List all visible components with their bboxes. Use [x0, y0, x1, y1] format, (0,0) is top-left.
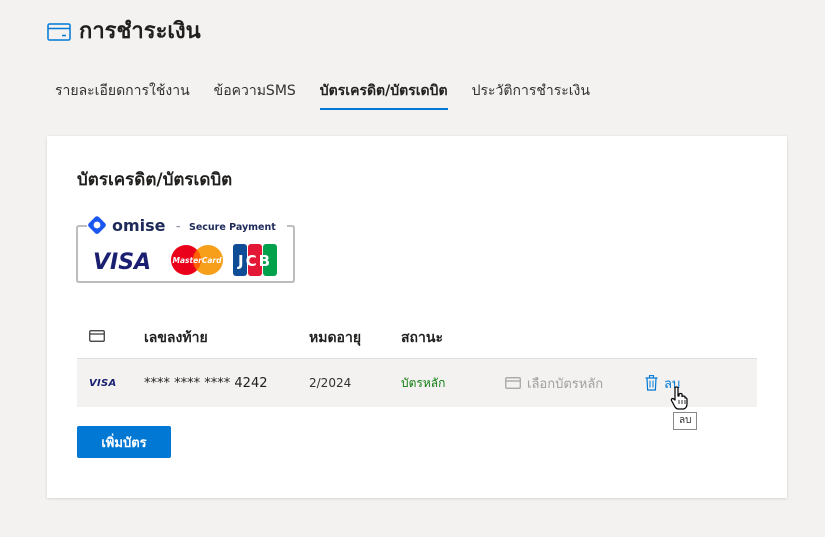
card-icon	[47, 23, 71, 41]
set-primary-label: เลือกบัตรหลัก	[527, 376, 604, 392]
svg-text:Secure Payment: Secure Payment	[189, 222, 276, 233]
tab-usage-details[interactable]: รายละเอียดการใช้งาน	[55, 76, 190, 110]
svg-text:MasterCard: MasterCard	[173, 256, 223, 265]
status-badge: บัตรหลัก	[401, 375, 446, 390]
svg-text:JCB: JCB	[237, 252, 272, 270]
hand-cursor-icon	[670, 386, 688, 410]
card-number: **** **** **** 4242	[144, 375, 268, 391]
section-title: บัตรเครดิต/บัตรเดบิต	[77, 170, 233, 190]
tab-bar: รายละเอียดการใช้งาน ข้อความSMS บัตรเครดิ…	[55, 76, 614, 110]
add-card-button[interactable]: เพิ่มบัตร	[77, 426, 171, 458]
trash-icon	[645, 375, 658, 391]
page-header: การชำระเงิน	[47, 18, 201, 46]
header-last-digits: เลขลงท้าย	[144, 330, 208, 346]
tab-credit-debit-cards[interactable]: บัตรเครดิต/บัตรเดบิต	[319, 76, 448, 110]
svg-text:–: –	[176, 222, 181, 232]
table-row: VISA **** **** **** 4242 2/2024 บัตรหลัก…	[77, 358, 757, 407]
cards-table: เลขลงท้าย หมดอายุ สถานะ VISA **** **** *…	[77, 320, 757, 407]
tab-sms-messages[interactable]: ข้อความSMS	[214, 76, 296, 110]
card-expiry: 2/2024	[309, 376, 352, 390]
page-title: การชำระเงิน	[79, 19, 201, 44]
header-status: สถานะ	[401, 330, 443, 346]
table-header: เลขลงท้าย หมดอายุ สถานะ	[77, 320, 757, 356]
set-primary-button[interactable]: เลือกบัตรหลัก	[505, 373, 603, 394]
card-column-icon	[89, 330, 105, 346]
card-outline-icon	[505, 377, 521, 389]
cards-panel: บัตรเครดิต/บัตรเดบิต omise – Secure Paym…	[47, 136, 787, 498]
svg-text:omise: omise	[112, 216, 166, 235]
header-expiry: หมดอายุ	[309, 330, 362, 346]
omise-secure-payment-badge: omise – Secure Payment VISA MasterCard J…	[76, 216, 295, 283]
svg-text:VISA: VISA	[93, 250, 151, 275]
tab-payment-history[interactable]: ประวัติการชำระเงิน	[472, 76, 590, 110]
visa-logo-icon: VISA	[89, 377, 117, 389]
delete-tooltip: ลบ	[673, 412, 698, 430]
